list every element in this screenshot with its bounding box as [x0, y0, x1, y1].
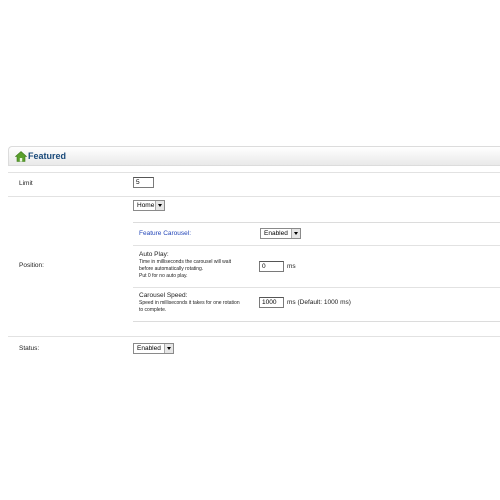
- limit-label: Limit: [19, 180, 33, 187]
- carousel-speed-unit: ms (Default: 1000 ms): [287, 299, 351, 306]
- auto-play-help-1: Time in milliseconds the carousel will w…: [139, 259, 232, 265]
- carousel-speed-help-1: Speed in milliseconds it takes for one r…: [139, 300, 240, 306]
- panel-header: Featured: [8, 146, 500, 166]
- chevron-down-icon: [155, 201, 164, 210]
- feature-carousel-label: Feature Carousel:: [139, 230, 192, 237]
- home-icon: [15, 151, 27, 162]
- auto-play-unit: ms: [287, 263, 296, 270]
- chevron-down-icon: [164, 344, 173, 353]
- feature-carousel-select-value: Enabled: [264, 230, 288, 237]
- carousel-speed-help-2: to complete.: [139, 307, 167, 313]
- panel-title: Featured: [28, 151, 67, 161]
- chevron-down-icon: [291, 229, 300, 238]
- row-divider: [133, 287, 500, 288]
- auto-play-input[interactable]: [259, 261, 284, 272]
- feature-carousel-select[interactable]: Enabled: [260, 228, 301, 239]
- limit-input[interactable]: [133, 177, 154, 188]
- carousel-speed-label: Carousel Speed:: [139, 292, 188, 299]
- status-label: Status:: [19, 345, 40, 352]
- carousel-speed-input[interactable]: [259, 297, 284, 308]
- auto-play-help-3: Put 0 for no auto play.: [139, 273, 188, 279]
- position-label: Position:: [19, 262, 44, 269]
- row-divider: [133, 245, 500, 246]
- row-divider: [8, 336, 500, 337]
- row-divider: [8, 196, 500, 197]
- status-select[interactable]: Enabled: [133, 343, 174, 354]
- row-divider: [8, 172, 500, 173]
- position-select-value: Home: [137, 202, 155, 209]
- status-select-value: Enabled: [137, 345, 161, 352]
- position-select[interactable]: Home: [133, 200, 165, 211]
- auto-play-help-2: before automatically rotating.: [139, 266, 204, 272]
- auto-play-label: Auto Play:: [139, 251, 169, 258]
